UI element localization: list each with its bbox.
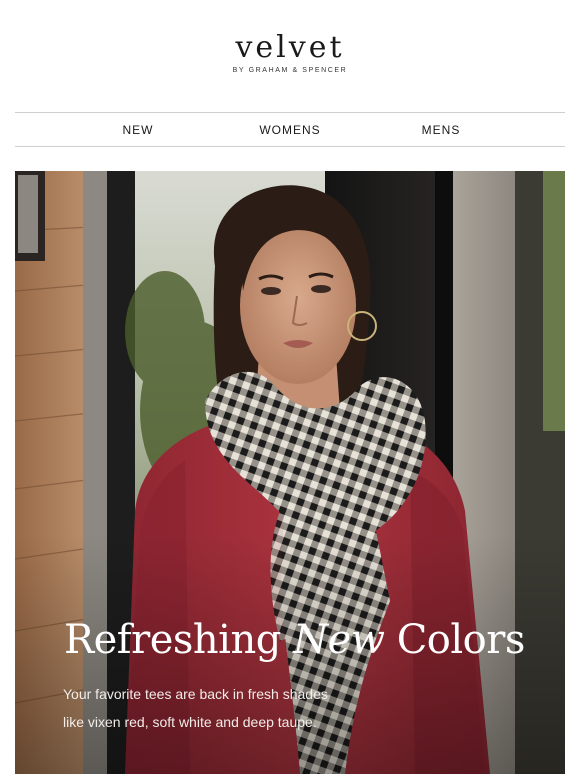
hero-body-line2: like vixen red, soft white and deep taup… xyxy=(63,714,317,730)
hero-description: Your favorite tees are back in fresh sha… xyxy=(63,680,403,736)
hero-title: Refreshing New Colors xyxy=(64,614,525,666)
nav-link-mens[interactable]: MENS xyxy=(381,113,501,147)
nav-link-womens[interactable]: WOMENS xyxy=(230,113,350,147)
hero-body-line1: Your favorite tees are back in fresh sha… xyxy=(63,686,328,702)
hero-title-part3: Colors xyxy=(396,617,526,663)
brand-logo[interactable]: velvet xyxy=(0,30,580,65)
hero-title-part1: Refreshing xyxy=(64,617,281,663)
top-nav: NEW WOMENS MENS xyxy=(15,112,565,147)
hero-title-part2: New xyxy=(293,617,385,663)
brand-tagline: BY GRAHAM & SPENCER xyxy=(232,67,348,74)
nav-link-new[interactable]: NEW xyxy=(78,113,198,147)
email-header: velvet BY GRAHAM & SPENCER xyxy=(0,0,580,112)
